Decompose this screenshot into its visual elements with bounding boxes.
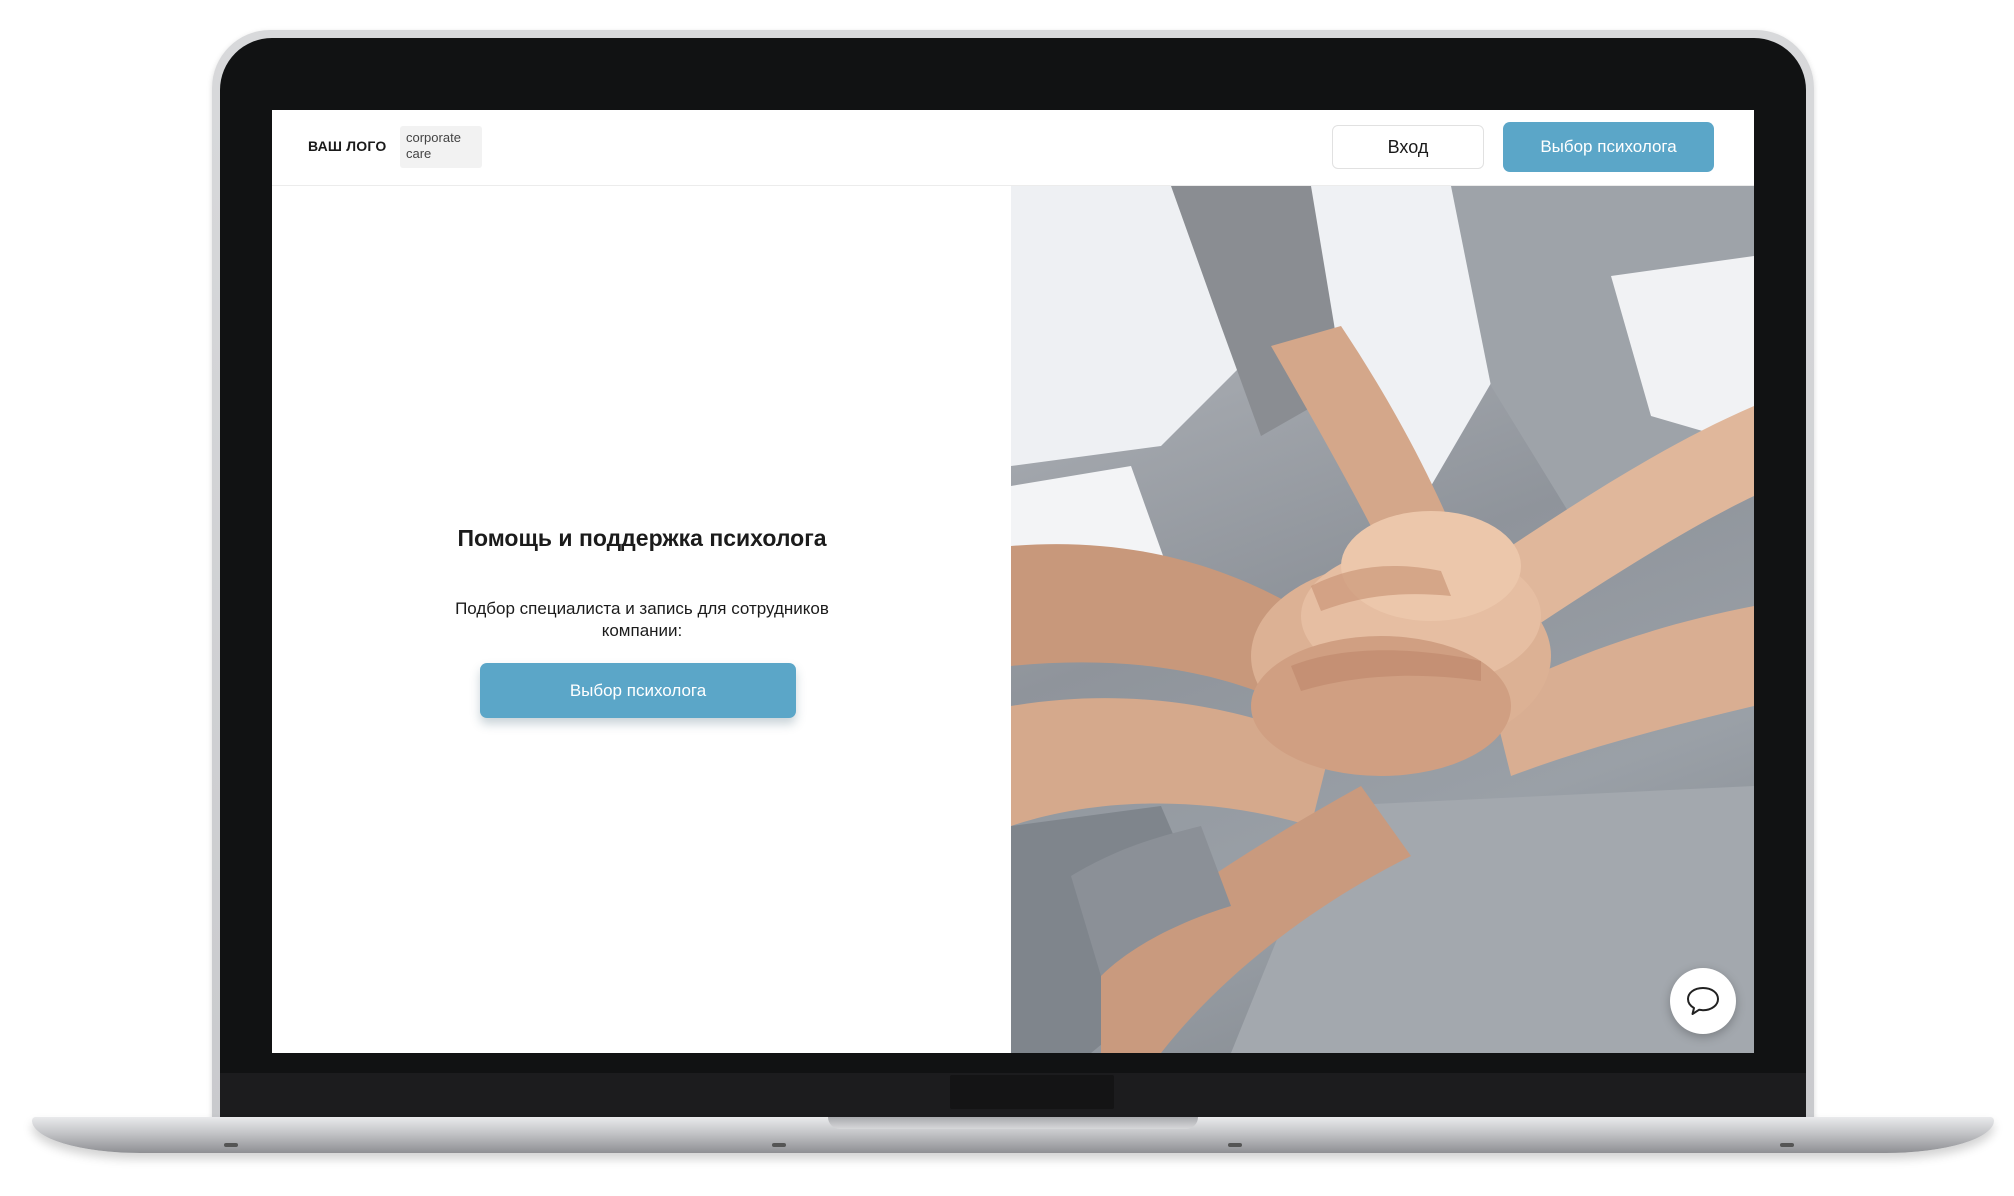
laptop-foot [772,1143,786,1147]
hero-title: Помощь и поддержка психолога [457,525,827,551]
brand-badge-line1: corporate [406,130,461,145]
chat-bubble-icon [1687,987,1719,1015]
hero-subtitle: Подбор специалиста и запись для сотрудни… [455,599,829,640]
brand-badge: corporate care [400,126,482,168]
laptop-base-groove [828,1117,1198,1129]
hero-text-panel: Помощь и поддержка психолога Подбор спец… [272,186,1011,1053]
laptop-mockup: ВАШ ЛОГО corporate care Вход Выбор психо… [0,0,2014,1196]
chat-button[interactable] [1670,968,1736,1034]
login-button[interactable]: Вход [1332,125,1484,169]
laptop-screen: ВАШ ЛОГО corporate care Вход Выбор психо… [272,110,1754,1053]
laptop-chin-notch [950,1075,1114,1109]
site-header: ВАШ ЛОГО corporate care Вход Выбор психо… [272,110,1754,186]
laptop-foot [224,1143,238,1147]
laptop-foot [1228,1143,1242,1147]
team-hands-photo: team-hands-photo [1011,186,1754,1053]
choose-psychologist-hero-button[interactable]: Выбор психолога [480,663,796,718]
team-hands-illustration [1011,186,1754,1053]
brand-badge-line2: care [406,146,432,161]
laptop-foot [1780,1143,1794,1147]
site-logo[interactable]: ВАШ ЛОГО [308,138,386,154]
choose-psychologist-header-button[interactable]: Выбор психолога [1503,122,1714,172]
